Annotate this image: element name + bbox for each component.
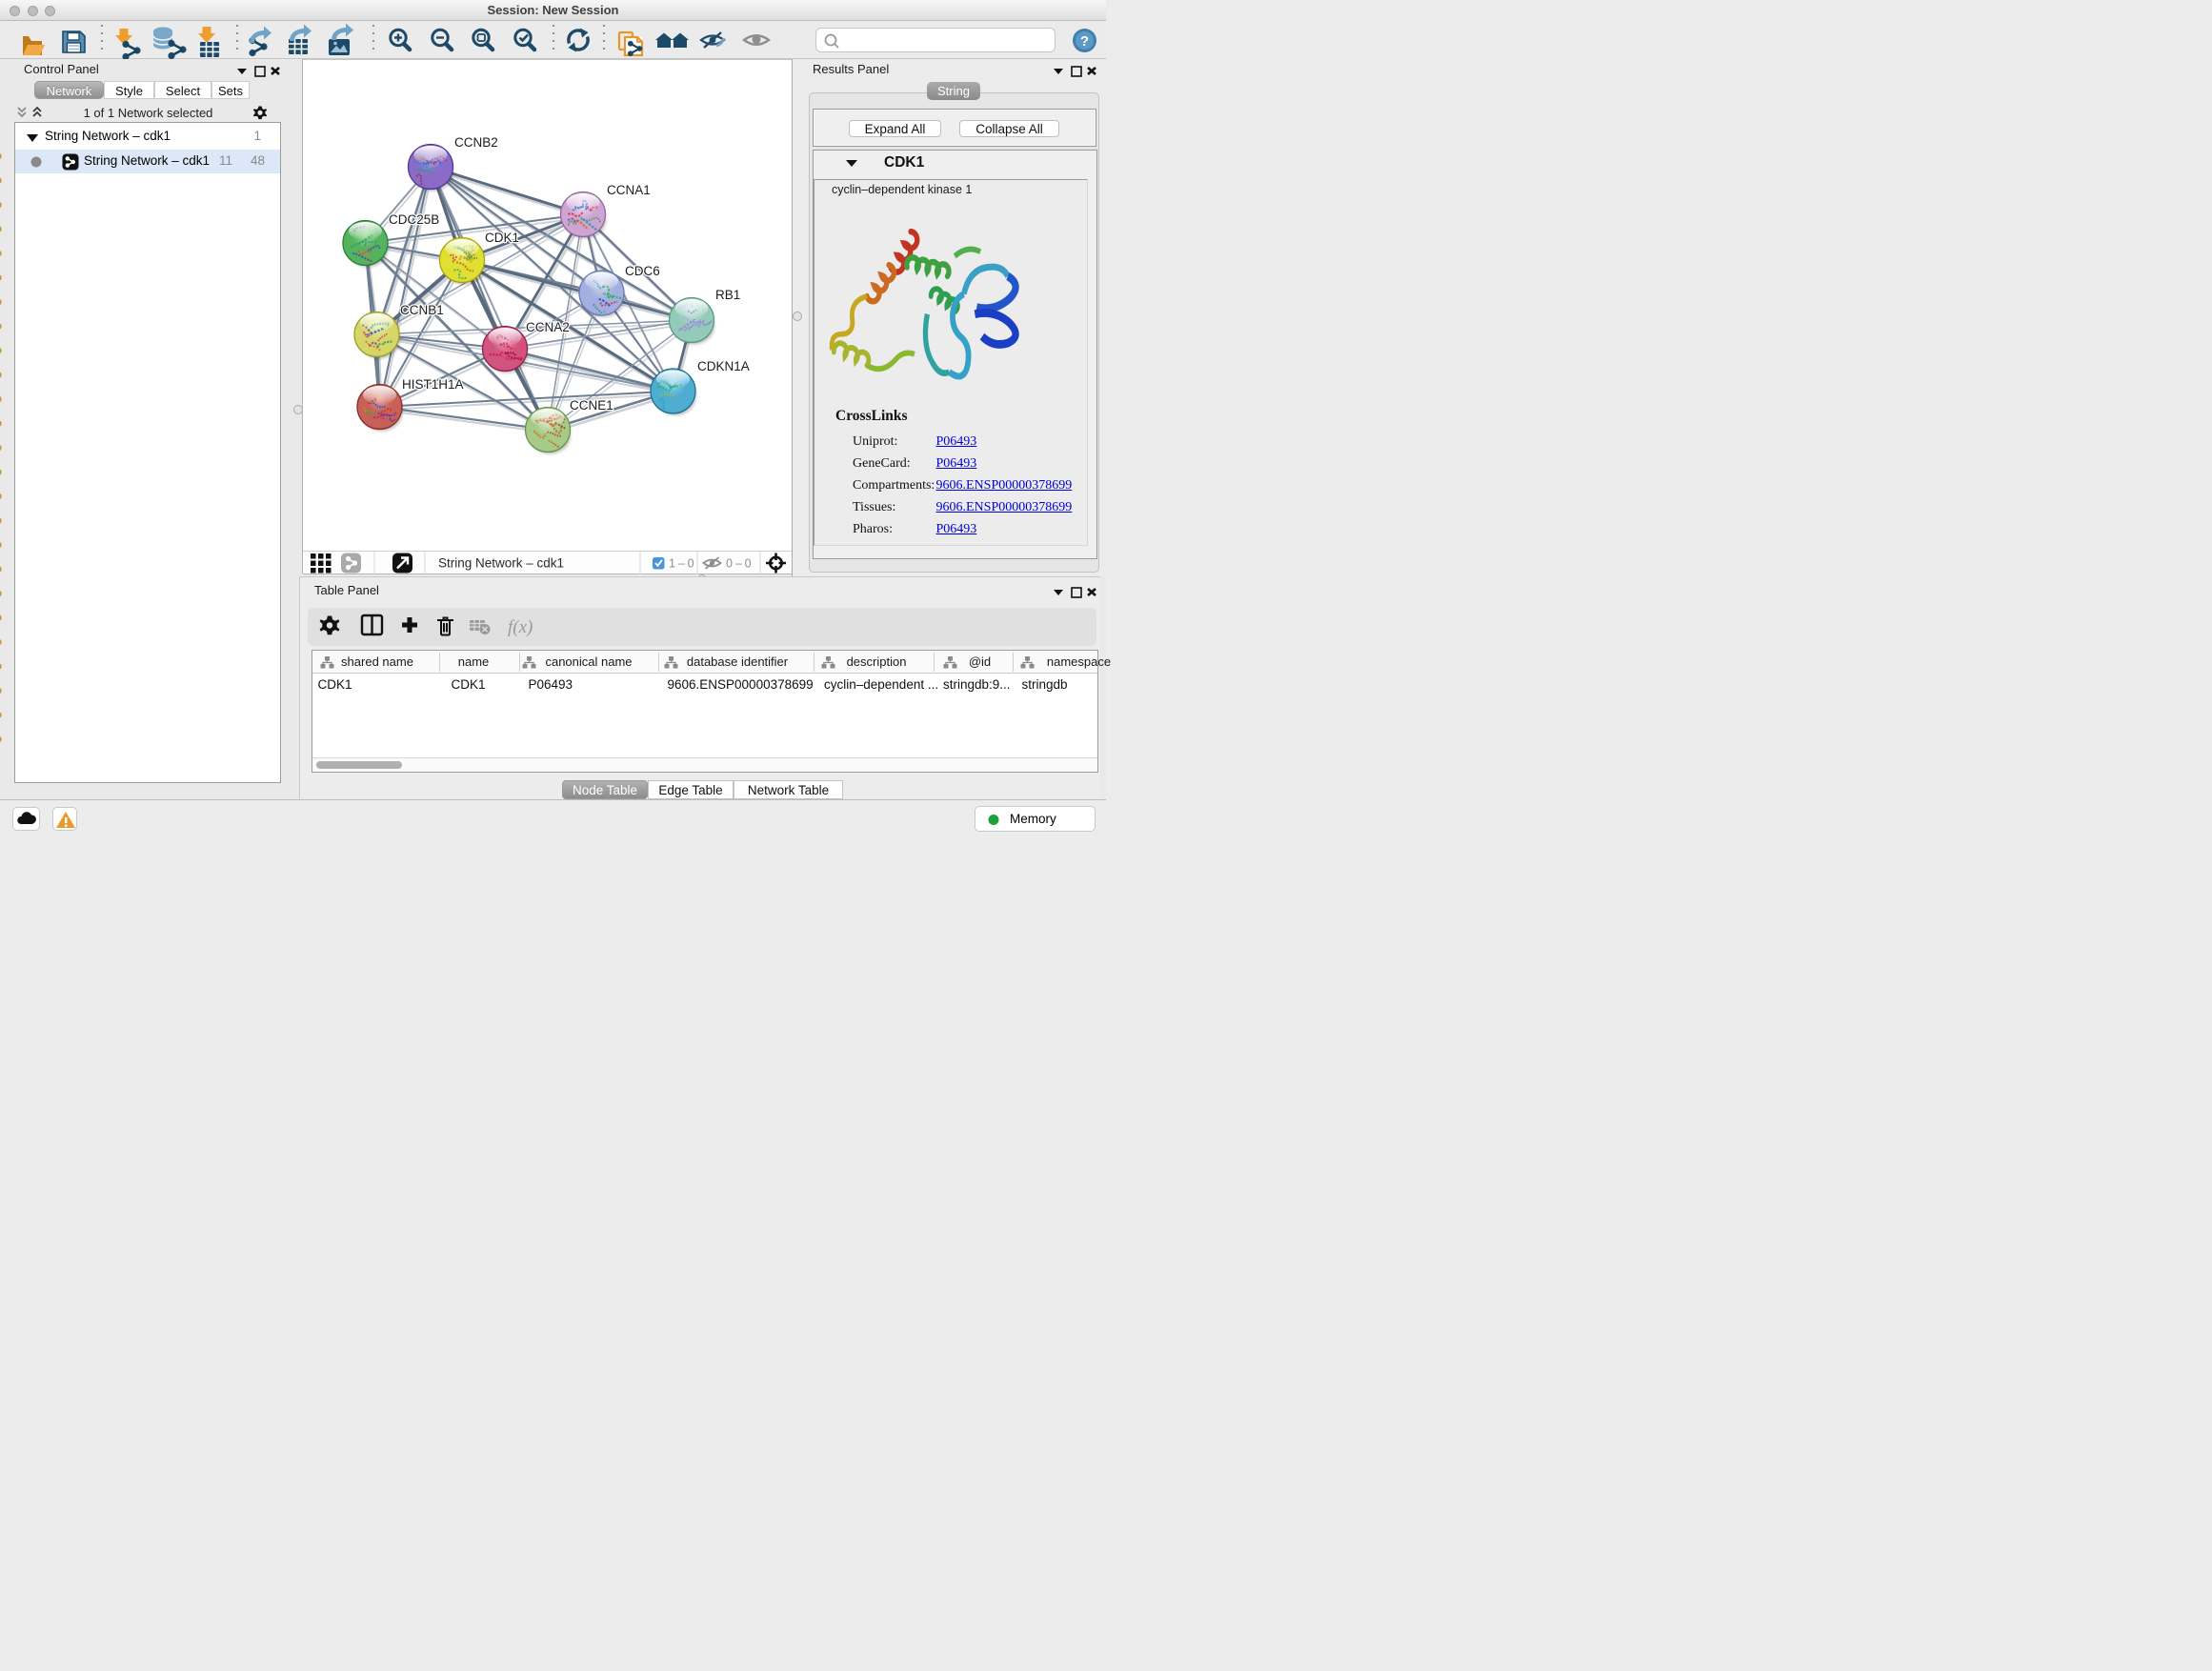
svg-text:0 – 0: 0 – 0 — [726, 557, 752, 571]
svg-text:CDKN1A: CDKN1A — [697, 359, 750, 373]
svg-text:1 – 0: 1 – 0 — [669, 557, 694, 571]
svg-text:f(x): f(x) — [508, 617, 533, 637]
svg-text:HIST1H1A: HIST1H1A — [402, 377, 464, 392]
svg-text:?: ? — [1080, 33, 1089, 50]
svg-text:RB1: RB1 — [715, 288, 740, 302]
svg-text:CCNB1: CCNB1 — [400, 303, 444, 317]
svg-text:String Network – cdk1: String Network – cdk1 — [438, 556, 564, 571]
svg-text:CDC25B: CDC25B — [389, 212, 439, 227]
svg-text:CCNE1: CCNE1 — [570, 398, 613, 413]
svg-text:CCNA2: CCNA2 — [526, 320, 570, 334]
svg-text:CDK1: CDK1 — [485, 231, 519, 245]
svg-text:CCNB2: CCNB2 — [454, 135, 498, 150]
svg-text:CCNA1: CCNA1 — [607, 183, 651, 197]
svg-text:CDC6: CDC6 — [625, 264, 660, 278]
